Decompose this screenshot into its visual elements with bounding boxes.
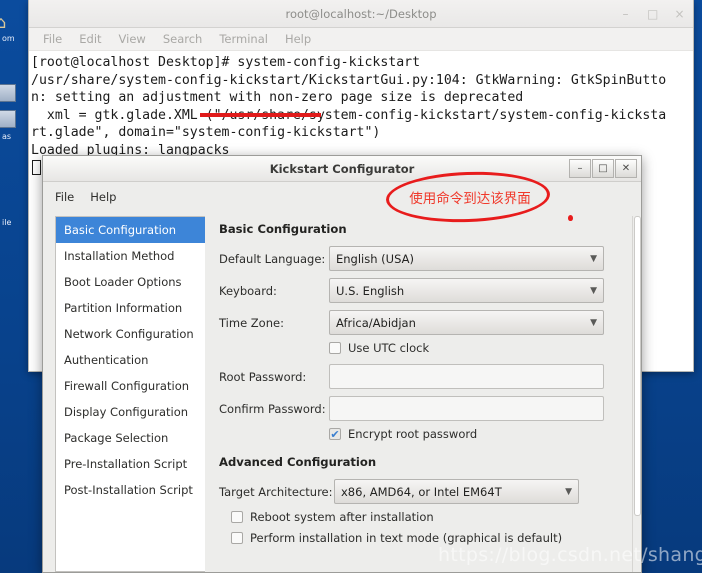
text-mode-install-checkbox[interactable]: ✔	[231, 532, 243, 544]
kickstart-configurator-window[interactable]: Kickstart Configurator – □ ✕ File Help B…	[42, 155, 642, 573]
sidebar-item-display-configuration[interactable]: Display Configuration	[56, 399, 205, 425]
files-icon	[0, 110, 16, 128]
kickstart-menu-help[interactable]: Help	[90, 190, 116, 204]
chevron-down-icon: ▼	[590, 253, 597, 264]
desktop-icon-label: om	[2, 34, 15, 43]
chevron-down-icon: ▼	[590, 285, 597, 296]
encrypt-root-password-label: Encrypt root password	[348, 427, 478, 441]
keyboard-label: Keyboard:	[219, 283, 277, 298]
desktop-icon-home[interactable]: ⌂ om	[0, 12, 16, 43]
text-mode-install-label: Perform installation in text mode (graph…	[250, 531, 563, 545]
terminal-titlebar[interactable]: root@localhost:~/Desktop – □ ×	[29, 0, 693, 28]
sidebar-item-package-selection[interactable]: Package Selection	[56, 425, 205, 451]
reboot-after-install-row[interactable]: ✔ Reboot system after installation	[231, 510, 641, 524]
root-password-row: Root Password:	[219, 363, 641, 390]
sidebar-item-partition-information[interactable]: Partition Information	[56, 295, 205, 321]
target-architecture-row: Target Architecture: x86, AMD64, or Inte…	[219, 478, 641, 505]
use-utc-clock-label: Use UTC clock	[348, 341, 430, 355]
default-language-value: English (USA)	[336, 251, 414, 266]
annotation-underline	[200, 113, 321, 117]
desktop-icon-file-3[interactable]: ile	[0, 196, 16, 227]
root-password-input[interactable]	[329, 364, 604, 389]
close-icon[interactable]: ✕	[615, 159, 637, 178]
close-icon[interactable]: ×	[674, 8, 685, 20]
terminal-title: root@localhost:~/Desktop	[285, 7, 437, 21]
kickstart-menu-file[interactable]: File	[55, 190, 74, 204]
terminal-menu-view[interactable]: View	[119, 32, 146, 46]
kickstart-content: Basic Configuration Installation Method …	[43, 212, 641, 572]
timezone-value: Africa/Abidjan	[336, 315, 416, 330]
encrypt-root-password-checkbox[interactable]: ✔	[329, 428, 341, 440]
terminal-line-command: [root@localhost Desktop]# system-config-…	[31, 55, 421, 70]
target-architecture-value: x86, AMD64, or Intel EM64T	[341, 484, 502, 499]
kickstart-window-controls: – □ ✕	[569, 159, 637, 178]
keyboard-select[interactable]: U.S. English ▼	[329, 278, 604, 303]
chevron-down-icon: ▼	[590, 317, 597, 328]
terminal-menu-edit[interactable]: Edit	[79, 32, 101, 46]
default-language-select[interactable]: English (USA) ▼	[329, 246, 604, 271]
root-password-label: Root Password:	[219, 369, 307, 384]
reboot-after-install-label: Reboot system after installation	[250, 510, 434, 524]
keyboard-row: Keyboard: U.S. English ▼	[219, 277, 641, 304]
timezone-row: Time Zone: Africa/Abidjan ▼	[219, 309, 641, 336]
terminal-line: n: setting an adjustment with non-zero p…	[31, 90, 524, 106]
reboot-after-install-checkbox[interactable]: ✔	[231, 511, 243, 523]
sidebar-item-firewall-configuration[interactable]: Firewall Configuration	[56, 373, 205, 399]
desktop-icon-label: ile	[2, 218, 12, 227]
terminal-cursor	[32, 159, 41, 175]
kickstart-sidebar: Basic Configuration Installation Method …	[55, 216, 205, 572]
terminal-menu-terminal[interactable]: Terminal	[219, 32, 268, 46]
terminal-line: /usr/share/system-config-kickstart/Kicks…	[31, 72, 667, 88]
timezone-select[interactable]: Africa/Abidjan ▼	[329, 310, 604, 335]
maximize-icon[interactable]: □	[647, 8, 658, 20]
sidebar-item-network-configuration[interactable]: Network Configuration	[56, 321, 205, 347]
terminal-menubar: File Edit View Search Terminal Help	[29, 28, 693, 51]
terminal-line: xml = gtk.glade.XML ("/usr/share/system-…	[31, 107, 667, 123]
default-language-row: Default Language: English (USA) ▼	[219, 245, 641, 272]
sidebar-item-authentication[interactable]: Authentication	[56, 347, 205, 373]
target-architecture-label: Target Architecture:	[219, 484, 333, 499]
chevron-down-icon: ▼	[565, 486, 572, 497]
use-utc-clock-row[interactable]: ✔ Use UTC clock	[329, 341, 641, 355]
kickstart-title: Kickstart Configurator	[269, 162, 415, 176]
screen-root: ⌂ om as ile root@localhost:~/Desktop – □…	[0, 0, 702, 573]
sidebar-item-post-installation-script[interactable]: Post-Installation Script	[56, 477, 205, 503]
desktop-icon-label: as	[2, 132, 12, 141]
keyboard-value: U.S. English	[336, 283, 405, 298]
scrollbar-thumb[interactable]	[634, 216, 641, 516]
confirm-password-label: Confirm Password:	[219, 401, 326, 416]
kickstart-scrollbar[interactable]	[632, 216, 641, 572]
confirm-password-row: Confirm Password:	[219, 395, 641, 422]
confirm-password-input[interactable]	[329, 396, 604, 421]
basic-configuration-heading: Basic Configuration	[219, 222, 347, 236]
desktop-icon-files-2[interactable]: as	[0, 110, 16, 141]
terminal-menu-file[interactable]: File	[43, 32, 62, 46]
minimize-icon[interactable]: –	[569, 159, 591, 178]
annotation-dot	[568, 215, 573, 221]
default-language-label: Default Language:	[219, 251, 326, 266]
terminal-line: rt.glade", domain="system-config-kicksta…	[31, 125, 381, 141]
use-utc-clock-checkbox[interactable]: ✔	[329, 342, 341, 354]
timezone-label: Time Zone:	[219, 315, 284, 330]
terminal-menu-search[interactable]: Search	[163, 32, 203, 46]
sidebar-item-basic-configuration[interactable]: Basic Configuration	[56, 217, 205, 243]
sidebar-item-boot-loader-options[interactable]: Boot Loader Options	[56, 269, 205, 295]
terminal-window-controls: – □ ×	[620, 0, 685, 28]
kickstart-titlebar[interactable]: Kickstart Configurator – □ ✕	[43, 156, 641, 182]
minimize-icon[interactable]: –	[620, 8, 631, 20]
maximize-icon[interactable]: □	[592, 159, 614, 178]
kickstart-main-panel: Basic Configuration Default Language: En…	[205, 216, 641, 572]
kickstart-menubar: File Help	[43, 182, 641, 212]
files-icon	[0, 84, 16, 102]
text-mode-install-row[interactable]: ✔ Perform installation in text mode (gra…	[231, 531, 641, 545]
sidebar-item-pre-installation-script[interactable]: Pre-Installation Script	[56, 451, 205, 477]
target-architecture-select[interactable]: x86, AMD64, or Intel EM64T ▼	[334, 479, 579, 504]
annotation-text: 使用命令到达该界面	[409, 191, 531, 207]
terminal-menu-help[interactable]: Help	[285, 32, 311, 46]
home-folder-icon: ⌂	[0, 13, 7, 33]
encrypt-root-password-row[interactable]: ✔ Encrypt root password	[329, 427, 641, 441]
advanced-configuration-heading: Advanced Configuration	[219, 455, 377, 469]
sidebar-item-installation-method[interactable]: Installation Method	[56, 243, 205, 269]
desktop-icon-files[interactable]	[0, 84, 16, 110]
